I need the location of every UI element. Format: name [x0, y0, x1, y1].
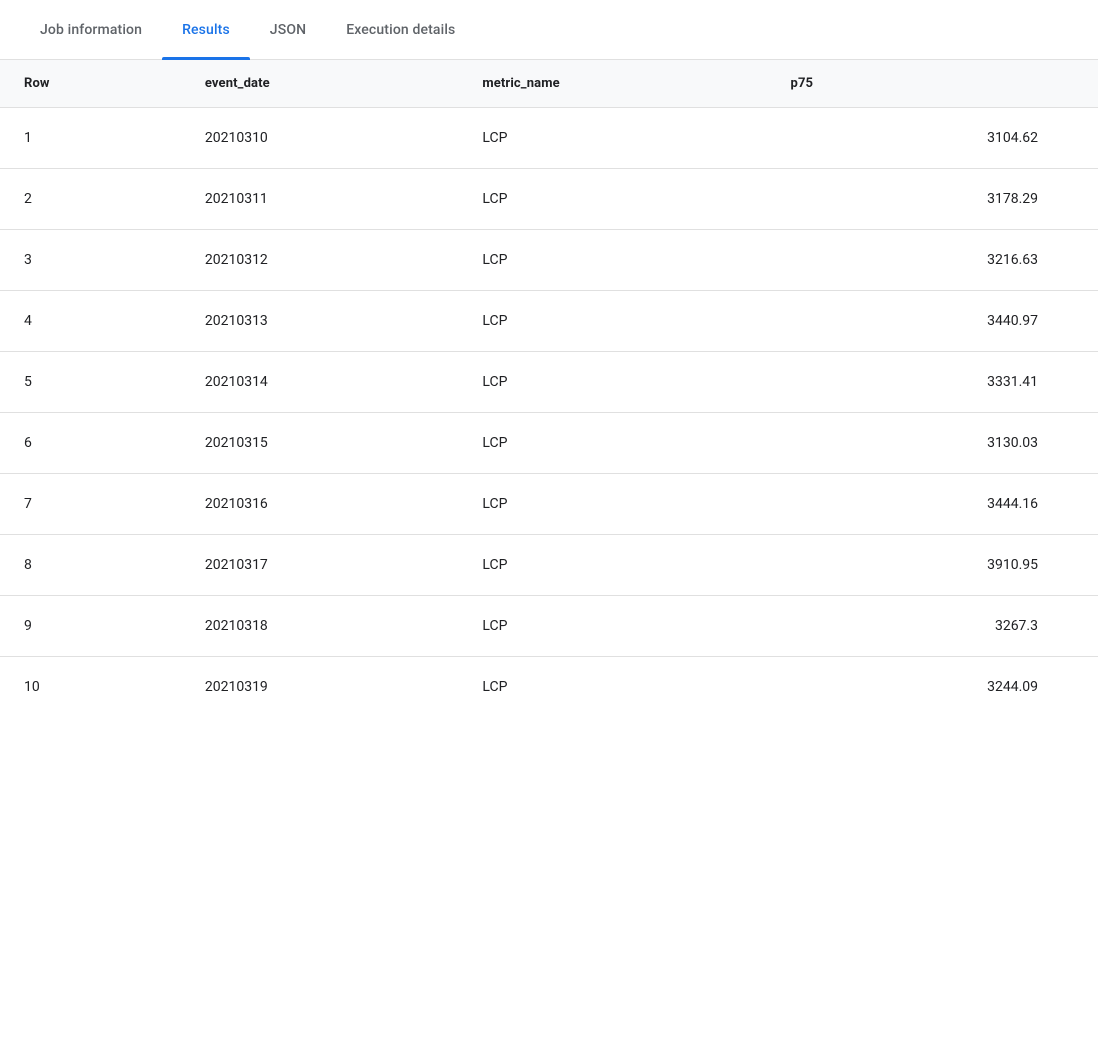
cell-metric-name: LCP [458, 291, 766, 352]
cell-event-date: 20210319 [181, 657, 459, 718]
cell-p75: 3440.97 [767, 291, 1098, 352]
cell-metric-name: LCP [458, 474, 766, 535]
cell-p75: 3130.03 [767, 413, 1098, 474]
cell-p75: 3331.41 [767, 352, 1098, 413]
col-header-row: Row [0, 60, 181, 108]
tab-execution-details[interactable]: Execution details [326, 0, 475, 60]
cell-metric-name: LCP [458, 413, 766, 474]
tab-json[interactable]: JSON [250, 0, 326, 60]
cell-event-date: 20210317 [181, 535, 459, 596]
cell-p75: 3444.16 [767, 474, 1098, 535]
cell-row-number: 10 [0, 657, 181, 718]
cell-metric-name: LCP [458, 352, 766, 413]
table-row: 720210316LCP3444.16 [0, 474, 1098, 535]
cell-p75: 3178.29 [767, 169, 1098, 230]
table-row: 920210318LCP3267.3 [0, 596, 1098, 657]
cell-row-number: 7 [0, 474, 181, 535]
table-row: 120210310LCP3104.62 [0, 108, 1098, 169]
cell-event-date: 20210312 [181, 230, 459, 291]
table-row: 820210317LCP3910.95 [0, 535, 1098, 596]
cell-row-number: 5 [0, 352, 181, 413]
table-row: 420210313LCP3440.97 [0, 291, 1098, 352]
cell-event-date: 20210318 [181, 596, 459, 657]
col-header-metric-name: metric_name [458, 60, 766, 108]
cell-row-number: 4 [0, 291, 181, 352]
table-row: 220210311LCP3178.29 [0, 169, 1098, 230]
cell-metric-name: LCP [458, 108, 766, 169]
table-row: 320210312LCP3216.63 [0, 230, 1098, 291]
col-header-p75: p75 [767, 60, 1098, 108]
cell-event-date: 20210315 [181, 413, 459, 474]
cell-event-date: 20210314 [181, 352, 459, 413]
cell-row-number: 8 [0, 535, 181, 596]
results-table: Row event_date metric_name p75 120210310… [0, 60, 1098, 717]
cell-row-number: 3 [0, 230, 181, 291]
cell-row-number: 9 [0, 596, 181, 657]
cell-metric-name: LCP [458, 230, 766, 291]
table-container: Row event_date metric_name p75 120210310… [0, 60, 1098, 717]
cell-p75: 3104.62 [767, 108, 1098, 169]
cell-event-date: 20210316 [181, 474, 459, 535]
tab-results[interactable]: Results [162, 0, 250, 60]
cell-event-date: 20210310 [181, 108, 459, 169]
cell-p75: 3244.09 [767, 657, 1098, 718]
table-row: 1020210319LCP3244.09 [0, 657, 1098, 718]
cell-metric-name: LCP [458, 596, 766, 657]
cell-row-number: 1 [0, 108, 181, 169]
cell-metric-name: LCP [458, 535, 766, 596]
tabs-container: Job information Results JSON Execution d… [0, 0, 1098, 60]
table-header-row: Row event_date metric_name p75 [0, 60, 1098, 108]
cell-p75: 3910.95 [767, 535, 1098, 596]
cell-metric-name: LCP [458, 657, 766, 718]
cell-p75: 3216.63 [767, 230, 1098, 291]
cell-metric-name: LCP [458, 169, 766, 230]
table-row: 520210314LCP3331.41 [0, 352, 1098, 413]
col-header-event-date: event_date [181, 60, 459, 108]
cell-p75: 3267.3 [767, 596, 1098, 657]
cell-row-number: 2 [0, 169, 181, 230]
cell-row-number: 6 [0, 413, 181, 474]
cell-event-date: 20210313 [181, 291, 459, 352]
cell-event-date: 20210311 [181, 169, 459, 230]
table-row: 620210315LCP3130.03 [0, 413, 1098, 474]
tab-job-information[interactable]: Job information [20, 0, 162, 60]
